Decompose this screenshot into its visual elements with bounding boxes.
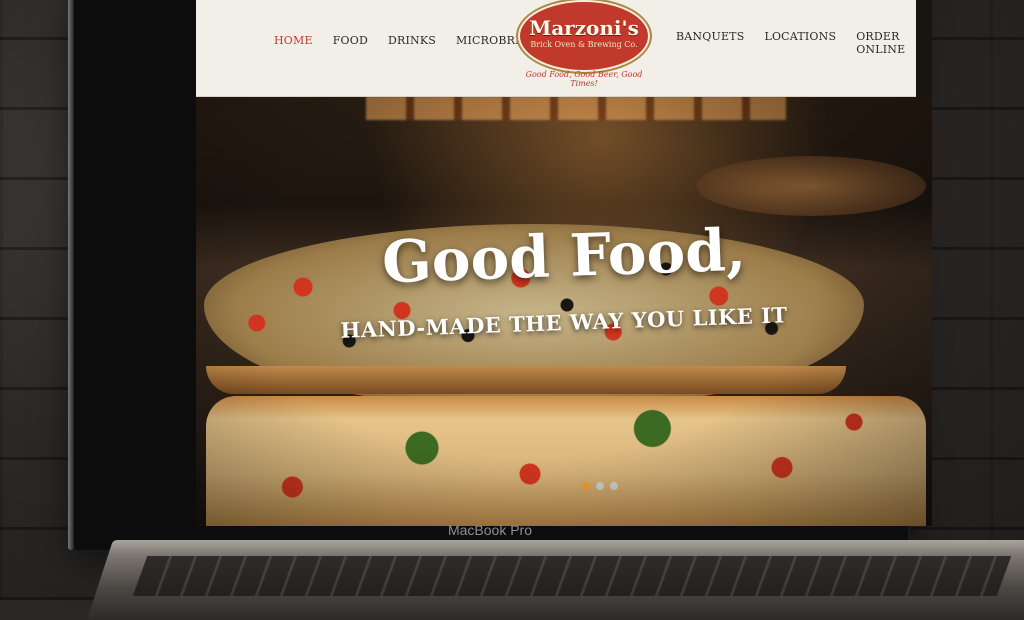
logo-tagline: Good Food, Good Beer, Good Times! <box>525 70 643 88</box>
logo-subtitle: Brick Oven & Brewing Co. <box>530 40 638 49</box>
laptop-keyboard <box>132 556 1012 596</box>
oven-glow <box>366 96 786 120</box>
nav-home[interactable]: HOME <box>274 34 313 47</box>
nav-order-online[interactable]: ORDER ONLINE <box>856 30 916 56</box>
nav-drinks[interactable]: DRINKS <box>388 34 436 47</box>
nav-right: BANQUETS LOCATIONS ORDER ONLINE <box>676 30 916 56</box>
carousel-dot-2[interactable] <box>596 482 604 490</box>
carousel-dot-1[interactable] <box>582 482 590 490</box>
carousel-dot-3[interactable] <box>610 482 618 490</box>
laptop: Good Food, HAND-MADE THE WAY YOU LIKE IT… <box>68 0 932 550</box>
back-pizza-image <box>696 156 926 216</box>
site-navbar: HOME FOOD DRINKS MICROBREWERY Marzoni's … <box>196 0 916 97</box>
pizza-crust <box>206 366 846 394</box>
carousel-dots <box>582 482 618 490</box>
marzonis-logo[interactable]: Marzoni's Brick Oven & Brewing Co. <box>518 0 650 72</box>
nav-locations[interactable]: LOCATIONS <box>764 30 836 56</box>
logo-name: Marzoni's <box>529 16 639 40</box>
hero-banner: Good Food, HAND-MADE THE WAY YOU LIKE IT <box>196 96 932 526</box>
macbook-brand-label: MacBook Pro <box>447 522 533 538</box>
nav-food[interactable]: FOOD <box>333 34 368 47</box>
pizza-image-bottom <box>206 396 926 526</box>
nav-left: HOME FOOD DRINKS MICROBREWERY <box>274 34 559 47</box>
nav-banquets[interactable]: BANQUETS <box>676 30 744 56</box>
website-screen: Good Food, HAND-MADE THE WAY YOU LIKE IT… <box>196 0 932 526</box>
